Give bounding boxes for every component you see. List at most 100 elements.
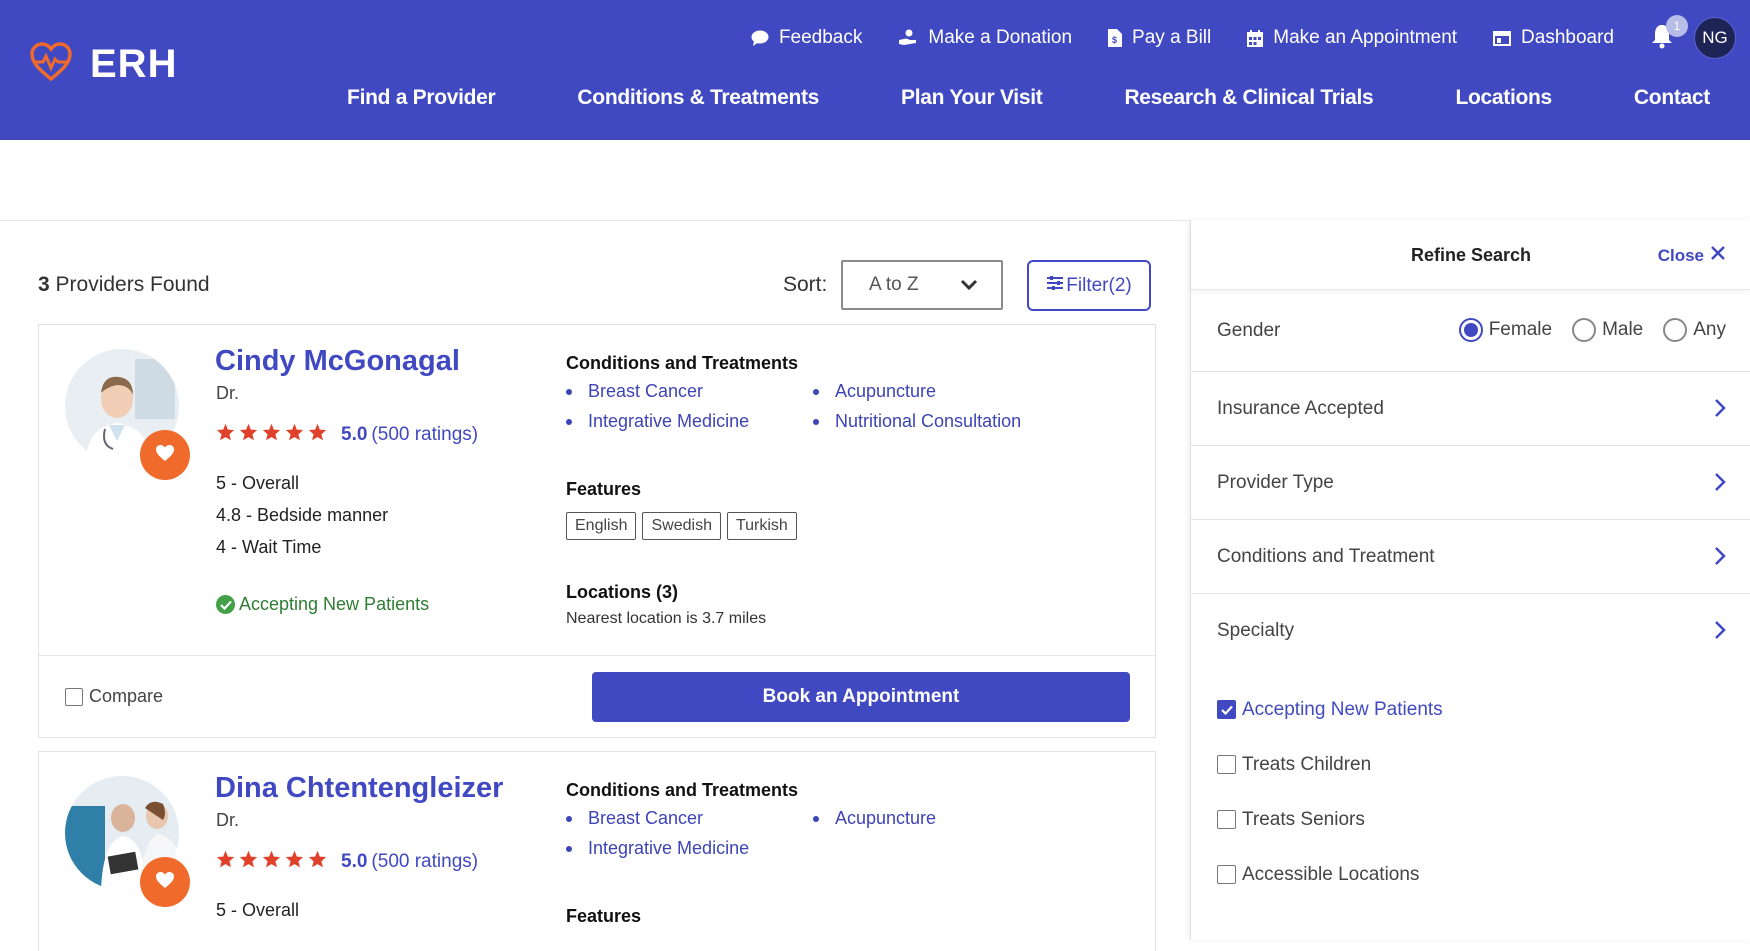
feature-tag: Turkish <box>726 512 797 540</box>
treats-seniors-checkbox[interactable]: Treats Seniors <box>1217 792 1443 847</box>
utility-nav: Feedback Make a Donation $ Pay a Bill Ma… <box>751 14 1750 59</box>
feedback-link[interactable]: Feedback <box>751 27 862 49</box>
star-icon <box>262 850 285 874</box>
nav-research-trials[interactable]: Research & Clinical Trials <box>1083 86 1414 110</box>
results-count-number: 3 <box>38 273 50 296</box>
accessible-locations-checkbox[interactable]: Accessible Locations <box>1217 847 1443 902</box>
metric-overall: 5 - Overall <box>216 473 300 493</box>
book-appointment-button[interactable]: Book an Appointment <box>592 672 1130 722</box>
star-icon <box>239 850 262 874</box>
metric-overall: 5 - Overall <box>216 900 300 920</box>
check-circle-icon <box>216 595 235 614</box>
filter-row-provider-type[interactable]: Provider Type <box>1191 446 1750 520</box>
appointment-link[interactable]: Make an Appointment <box>1247 27 1457 49</box>
filter-sliders-icon <box>1046 275 1066 297</box>
star-icon <box>285 850 308 874</box>
rating-score: 5.0 <box>341 424 368 445</box>
rating-count-link[interactable]: (500 ratings) <box>371 424 478 446</box>
donation-link[interactable]: Make a Donation <box>898 27 1072 49</box>
filter-label: Filter(2) <box>1066 274 1132 296</box>
donate-hand-icon <box>898 29 918 47</box>
nav-contact[interactable]: Contact <box>1593 86 1750 110</box>
provider-rating: 5.0 (500 ratings) <box>216 850 478 874</box>
star-icon <box>216 850 239 874</box>
nearest-location: Nearest location is 3.7 miles <box>566 610 767 627</box>
condition-link[interactable]: Breast Cancer <box>566 381 813 402</box>
gender-any-radio[interactable]: Any <box>1663 318 1726 342</box>
checkbox-label: Accessible Locations <box>1242 863 1420 885</box>
star-icon <box>216 423 239 447</box>
provider-card: Cindy McGonagal Dr. 5.0 (500 ratings) 5 … <box>38 324 1156 738</box>
dashboard-link[interactable]: Dashboard <box>1493 27 1614 49</box>
filter-row-insurance[interactable]: Insurance Accepted <box>1191 372 1750 446</box>
condition-link[interactable]: Integrative Medicine <box>566 411 813 432</box>
dashboard-label: Dashboard <box>1521 27 1614 48</box>
condition-link[interactable]: Acupuncture <box>813 381 1066 402</box>
condition-link[interactable]: Breast Cancer <box>566 808 813 829</box>
results-count-text: Providers Found <box>49 273 210 296</box>
favorite-button[interactable] <box>140 857 190 907</box>
provider-title: Dr. <box>216 383 240 403</box>
gender-female-radio[interactable]: Female <box>1458 318 1552 342</box>
metric-bedside: 4.8 - Bedside manner <box>216 505 389 525</box>
filter-row-specialty[interactable]: Specialty <box>1191 594 1750 668</box>
radio-selected[interactable] <box>1458 318 1483 342</box>
close-button[interactable]: Close <box>1658 245 1726 266</box>
feature-tags: English Swedish Turkish <box>566 512 803 540</box>
logo[interactable]: ERH <box>30 42 177 87</box>
checkbox[interactable] <box>1217 810 1236 829</box>
svg-text:$: $ <box>1112 35 1117 45</box>
chevron-right-icon <box>1714 472 1726 498</box>
gender-filter: Gender Female Male Any <box>1191 290 1750 372</box>
user-avatar[interactable]: NG <box>1694 17 1736 59</box>
checkbox-checked[interactable] <box>1217 700 1236 719</box>
feature-tag: English <box>566 512 637 540</box>
radio-label: Male <box>1602 319 1644 340</box>
filter-row-conditions[interactable]: Conditions and Treatment <box>1191 520 1750 594</box>
feedback-label: Feedback <box>778 27 863 48</box>
condition-link[interactable]: Integrative Medicine <box>566 838 813 859</box>
site-header: ERH Feedback Make a Donation $ Pay a Bil… <box>0 0 1750 140</box>
provider-name[interactable]: Dina Chtentengleizer <box>215 772 503 805</box>
radio-label: Any <box>1693 319 1726 340</box>
provider-card: Dina Chtentengleizer Dr. 5.0 (500 rating… <box>38 751 1156 951</box>
heart-pulse-logo-icon <box>30 42 72 87</box>
card-footer: Compare Book an Appointment <box>39 655 1155 737</box>
chevron-right-icon <box>1714 398 1726 424</box>
accepting-new-patients-checkbox[interactable]: Accepting New Patients <box>1217 682 1443 737</box>
checkbox[interactable] <box>65 687 83 706</box>
nav-plan-visit[interactable]: Plan Your Visit <box>860 86 1083 110</box>
condition-link[interactable]: Acupuncture <box>813 808 1066 829</box>
filter-row-label: Provider Type <box>1217 471 1334 493</box>
nav-locations[interactable]: Locations <box>1414 86 1592 110</box>
radio[interactable] <box>1663 318 1688 342</box>
checkbox[interactable] <box>1217 865 1236 884</box>
notifications-button[interactable]: 1 <box>1650 14 1688 54</box>
pay-bill-link[interactable]: $ Pay a Bill <box>1108 27 1211 49</box>
refine-search-panel: Refine Search Close Gender Female Male A… <box>1190 220 1750 940</box>
checkbox-label: Treats Children <box>1242 753 1372 775</box>
compare-checkbox[interactable]: Compare <box>65 686 163 707</box>
favorite-button[interactable] <box>140 430 190 480</box>
treats-children-checkbox[interactable]: Treats Children <box>1217 737 1443 792</box>
checkbox[interactable] <box>1217 755 1236 774</box>
condition-link[interactable]: Nutritional Consultation <box>813 411 1066 432</box>
star-icon <box>308 850 331 874</box>
filter-button[interactable]: Filter(2) <box>1027 260 1151 311</box>
sort-select[interactable]: A to Z <box>841 260 1003 310</box>
rating-count-link[interactable]: (500 ratings) <box>371 851 478 873</box>
bill-document-icon: $ <box>1108 29 1123 47</box>
nav-conditions-treatments[interactable]: Conditions & Treatments <box>536 86 860 110</box>
star-icon <box>239 423 262 447</box>
metric-wait-time: 4 - Wait Time <box>216 537 322 557</box>
radio[interactable] <box>1572 318 1597 342</box>
nav-find-provider[interactable]: Find a Provider <box>306 86 536 110</box>
heart-icon <box>155 444 175 467</box>
star-rating <box>216 850 331 874</box>
conditions-list: Breast Cancer Acupuncture Integrative Me… <box>566 808 1066 859</box>
chevron-right-icon <box>1714 620 1726 646</box>
provider-name[interactable]: Cindy McGonagal <box>215 345 460 378</box>
gender-male-radio[interactable]: Male <box>1572 318 1643 342</box>
star-icon <box>285 423 308 447</box>
calendar-icon <box>1247 29 1264 47</box>
